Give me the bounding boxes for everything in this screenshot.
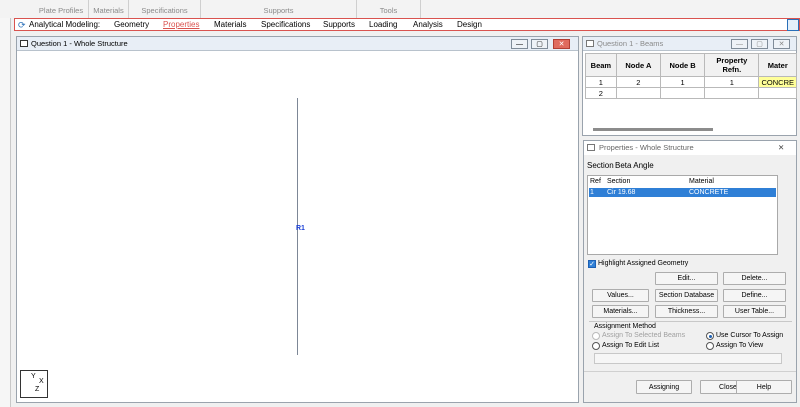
list-item-material: CONCRETE [689,189,729,196]
axis-x-label: X [39,378,44,385]
table-row[interactable]: 2 [585,87,797,99]
cell[interactable]: 2 [585,87,617,99]
edit-button[interactable]: Edit... [655,272,718,285]
axis-triad: Y X Z [20,370,48,398]
define-button[interactable]: Define... [723,289,786,302]
tab-beta-angle[interactable]: Beta Angle [615,161,654,170]
assign-view-label: Assign To View [716,342,764,349]
assigning-button[interactable]: Assigning [636,380,692,394]
table-icon [586,40,594,47]
member-label-r1: R1 [296,225,305,232]
assign-selected-radio [592,332,600,340]
properties-titlebar: Properties - Whole Structure ✕ [584,141,796,155]
close-button[interactable]: ✕ [553,39,570,49]
minimize-button[interactable]: — [511,39,528,49]
list-item-ref: 1 [590,189,594,196]
layout-toggle-icon[interactable] [787,19,799,31]
properties-title: Properties - Whole Structure [599,143,694,152]
beams-close-button[interactable]: ✕ [773,39,790,49]
tab-materials[interactable]: Materials [214,20,246,30]
thickness-button[interactable]: Thickness... [655,305,718,318]
assignment-method-title: Assignment Method [594,323,656,330]
tab-geometry[interactable]: Geometry [114,20,149,30]
tab-analysis[interactable]: Analysis [413,20,443,30]
ribbon-group-tools: Tools [357,0,421,18]
highlight-checkbox[interactable]: ✓ [588,260,596,268]
col-node-b: Node B [659,53,706,77]
beams-window: Question 1 - Beams — ▢ ✕ Beam Node A Nod… [582,36,797,136]
properties-panel: Properties - Whole Structure ✕ Section B… [583,140,797,403]
col-property-refn: Property Refn. [704,53,760,77]
ribbon-group-materials: Materials [89,0,129,18]
ribbon-group-specifications: Specifications [129,0,201,18]
highlight-label: Highlight Assigned Geometry [598,260,689,267]
section-list[interactable]: Ref Section Material 1 Cir 19.68 CONCRET… [587,175,778,255]
tab-properties[interactable]: Properties [163,20,199,30]
maximize-button[interactable]: ▢ [531,39,548,49]
cell[interactable]: 1 [704,76,760,88]
list-header-section: Section [607,178,631,185]
beams-table: Beam Node A Node B Property Refn. Mater … [585,53,797,99]
col-node-a: Node A [615,53,661,77]
use-cursor-radio[interactable] [706,332,714,340]
use-cursor-label: Use Cursor To Assign [716,332,784,339]
window-icon [20,40,28,47]
cell[interactable]: 1 [585,76,617,88]
analytical-modeling-label: Analytical Modeling: [29,20,101,29]
help-button[interactable]: Help [736,380,792,394]
horizontal-scrollbar[interactable] [593,128,713,131]
assign-view-radio[interactable] [706,342,714,350]
analytical-modeling-icon: ⟳ [18,20,26,30]
properties-close-icon[interactable]: ✕ [778,141,784,155]
tab-loading[interactable]: Loading [369,20,397,30]
beams-minimize-button[interactable]: — [731,39,748,49]
col-material: Mater [758,53,797,77]
tab-specifications[interactable]: Specifications [261,20,310,30]
cell[interactable]: 1 [659,76,706,88]
tab-design[interactable]: Design [457,20,482,30]
list-item-section: Cir 19.68 [607,189,636,196]
ribbon: Plate Profiles Materials Specifications … [0,0,800,18]
assign-edit-list-label: Assign To Edit List [602,342,660,349]
col-beam: Beam [585,53,617,77]
user-table-button[interactable]: User Table... [723,305,786,318]
list-header-ref: Ref [590,178,601,185]
values-button[interactable]: Values... [592,289,649,302]
structure-view-titlebar: Question 1 - Whole Structure — ▢ ✕ [17,37,578,51]
cell[interactable] [704,87,760,99]
cell[interactable]: CONCRE [758,76,797,88]
beams-maximize-button[interactable]: ▢ [751,39,768,49]
tab-section[interactable]: Section [587,161,614,170]
ribbon-group-plate-profiles: Plate Profiles [34,0,89,18]
properties-window-icon [587,144,595,151]
cell[interactable] [615,87,661,99]
assignment-method-group: Assignment Method Assign To Selected Bea… [589,321,792,367]
left-strip: › [0,0,11,407]
beams-title: Question 1 - Beams [597,39,664,48]
assignment-input[interactable] [594,353,782,364]
list-header-material: Material [689,178,714,185]
ribbon-group-supports: Supports [201,0,357,18]
cell[interactable]: 2 [615,76,661,88]
structure-view-title: Question 1 - Whole Structure [31,39,128,48]
tab-supports[interactable]: Supports [323,20,355,30]
assign-selected-label: Assign To Selected Beams [602,332,686,339]
assign-edit-list-radio[interactable] [592,342,600,350]
list-item[interactable]: 1 Cir 19.68 CONCRETE [589,188,776,197]
cell[interactable] [758,87,797,99]
beams-header-row: Beam Node A Node B Property Refn. Mater [585,53,797,77]
axis-z-label: Z [35,386,40,393]
delete-button[interactable]: Delete... [723,272,786,285]
analytical-modeling-bar: ⟳ Analytical Modeling: Geometry Properti… [14,18,800,31]
section-database-button[interactable]: Section Database [655,289,718,302]
structure-canvas[interactable]: R1 Y X Z [17,52,578,402]
structure-view-window: Question 1 - Whole Structure — ▢ ✕ R1 Y … [16,36,579,403]
materials-button[interactable]: Materials... [592,305,649,318]
cell[interactable] [659,87,706,99]
axis-y-label: Y [31,373,36,380]
table-row[interactable]: 1 2 1 1 CONCRE [585,76,797,88]
panel-footer: Assigning Close Help [584,371,796,402]
beams-titlebar: Question 1 - Beams — ▢ ✕ [583,37,796,51]
